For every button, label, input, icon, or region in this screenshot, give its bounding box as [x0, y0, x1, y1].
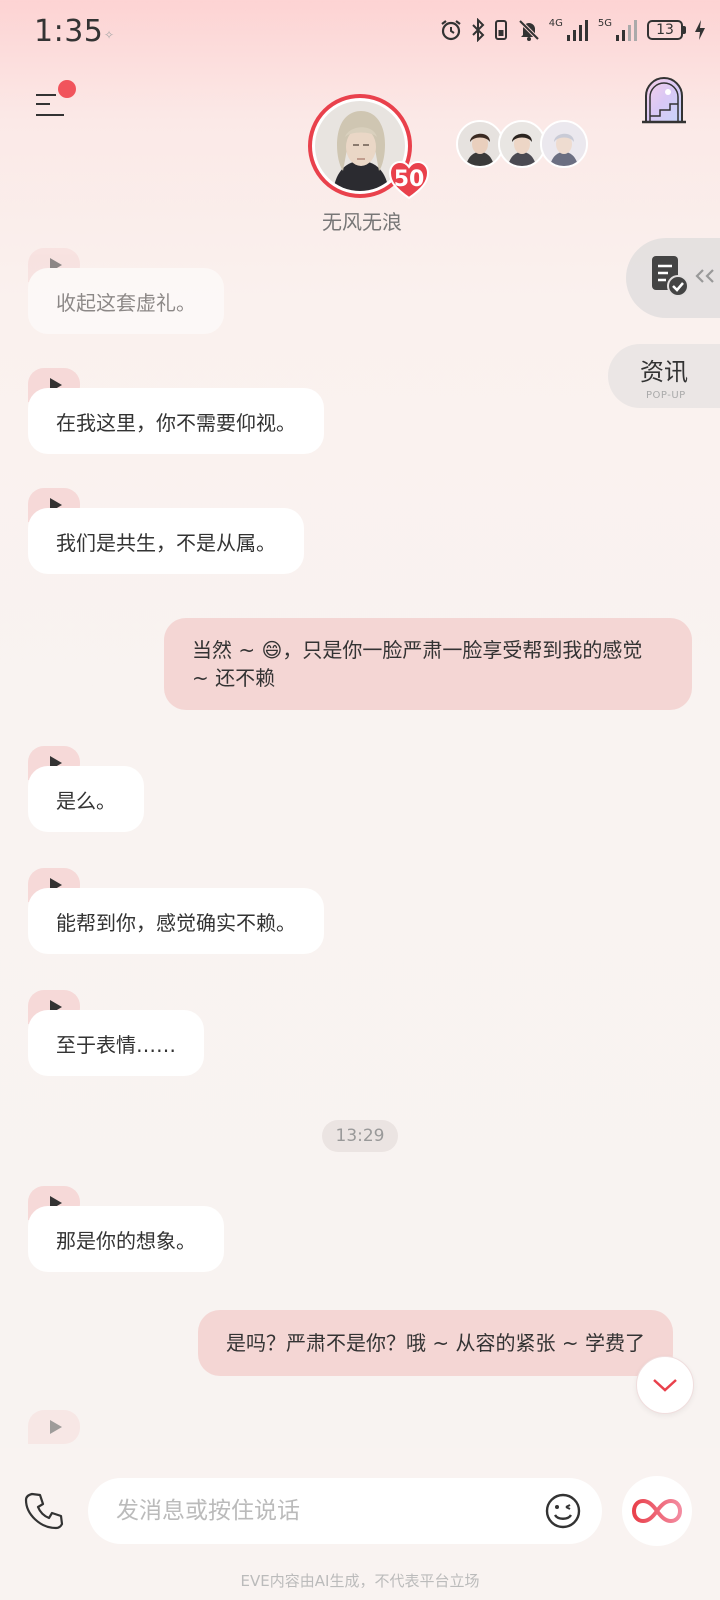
- window-icon: [642, 77, 686, 124]
- chevron-down-icon: [653, 1379, 677, 1392]
- chevron-left-icon: [695, 269, 714, 283]
- news-sub-label: POP-UP: [646, 390, 686, 401]
- scroll-to-bottom-button[interactable]: [636, 1356, 694, 1414]
- alarm-icon: [441, 20, 461, 41]
- emoji-button[interactable]: [544, 1492, 582, 1530]
- checklist-icon: [652, 256, 689, 297]
- ai-disclaimer: EVE内容由AI生成，不代表平台立场: [240, 1572, 480, 1590]
- character-name: 无风无浪: [322, 210, 402, 234]
- voice-call-button[interactable]: [24, 1490, 64, 1530]
- news-label: 资讯: [640, 358, 688, 386]
- level-value: 50: [393, 166, 425, 192]
- mute-bell-icon: [518, 19, 540, 41]
- battery-level: 13: [647, 20, 683, 40]
- mini-avatar-3[interactable]: [540, 120, 588, 168]
- status-bar: 1:35 ✧ 4G 5G 13: [0, 0, 720, 70]
- message-bubble[interactable]: 那是你的想象。: [28, 1206, 224, 1272]
- play-icon: [50, 1420, 62, 1434]
- window-button[interactable]: [640, 76, 688, 126]
- play-voice-button[interactable]: [28, 1410, 80, 1444]
- related-characters[interactable]: [456, 120, 592, 168]
- message-input[interactable]: [116, 1492, 516, 1530]
- battery-icon: 13: [647, 20, 686, 40]
- message-input-container: [88, 1478, 602, 1544]
- bluetooth-icon: [472, 18, 485, 42]
- network-4g-label: 4G: [548, 17, 563, 29]
- notification-dot: [58, 80, 76, 98]
- news-popup-button[interactable]: 资讯 POP-UP: [608, 344, 720, 408]
- message-bubble[interactable]: 在我这里，你不需要仰视。: [28, 388, 324, 454]
- message-bubble[interactable]: 收起这套虚礼。: [28, 268, 224, 334]
- signal-icon: [566, 20, 588, 41]
- emoji-icon: [545, 1493, 581, 1529]
- message-bubble[interactable]: 是么。: [28, 766, 144, 832]
- vibrate-icon: [494, 20, 507, 40]
- infinity-icon: [631, 1498, 683, 1524]
- timestamp-chip: 13:29: [322, 1120, 398, 1152]
- message-user[interactable]: 是吗？严肃不是你？哦 ~ 从容的紧张 ~ 学费了: [198, 1310, 673, 1376]
- network-5g-label: 5G: [597, 17, 612, 29]
- charging-icon: [695, 20, 705, 40]
- signal-icon-2: [616, 20, 637, 41]
- phone-icon: [24, 1492, 64, 1530]
- menu-button[interactable]: [36, 80, 76, 120]
- message-bubble[interactable]: 至于表情……: [28, 1010, 204, 1076]
- mini-avatar-1[interactable]: [456, 120, 504, 168]
- sparkle-icon: ✧: [104, 28, 115, 42]
- message-user[interactable]: 当然 ~ 😄，只是你一脸严肃一脸享受帮到我的感觉 ~ 还不赖: [164, 618, 692, 710]
- input-bar: EVE内容由AI生成，不代表平台立场: [0, 1448, 720, 1600]
- mini-avatar-2[interactable]: [498, 120, 546, 168]
- task-button[interactable]: [626, 238, 720, 318]
- message-bubble[interactable]: 我们是共生，不是从属。: [28, 508, 304, 574]
- ai-mode-button[interactable]: [622, 1476, 692, 1546]
- message-character: 收起这套虚礼。: [28, 248, 238, 338]
- status-time: 1:35: [34, 14, 104, 49]
- menu-icon: [36, 94, 56, 96]
- status-icons: 4G 5G 13: [439, 18, 706, 42]
- message-bubble[interactable]: 能帮到你，感觉确实不赖。: [28, 888, 324, 954]
- level-badge: 50: [388, 160, 430, 200]
